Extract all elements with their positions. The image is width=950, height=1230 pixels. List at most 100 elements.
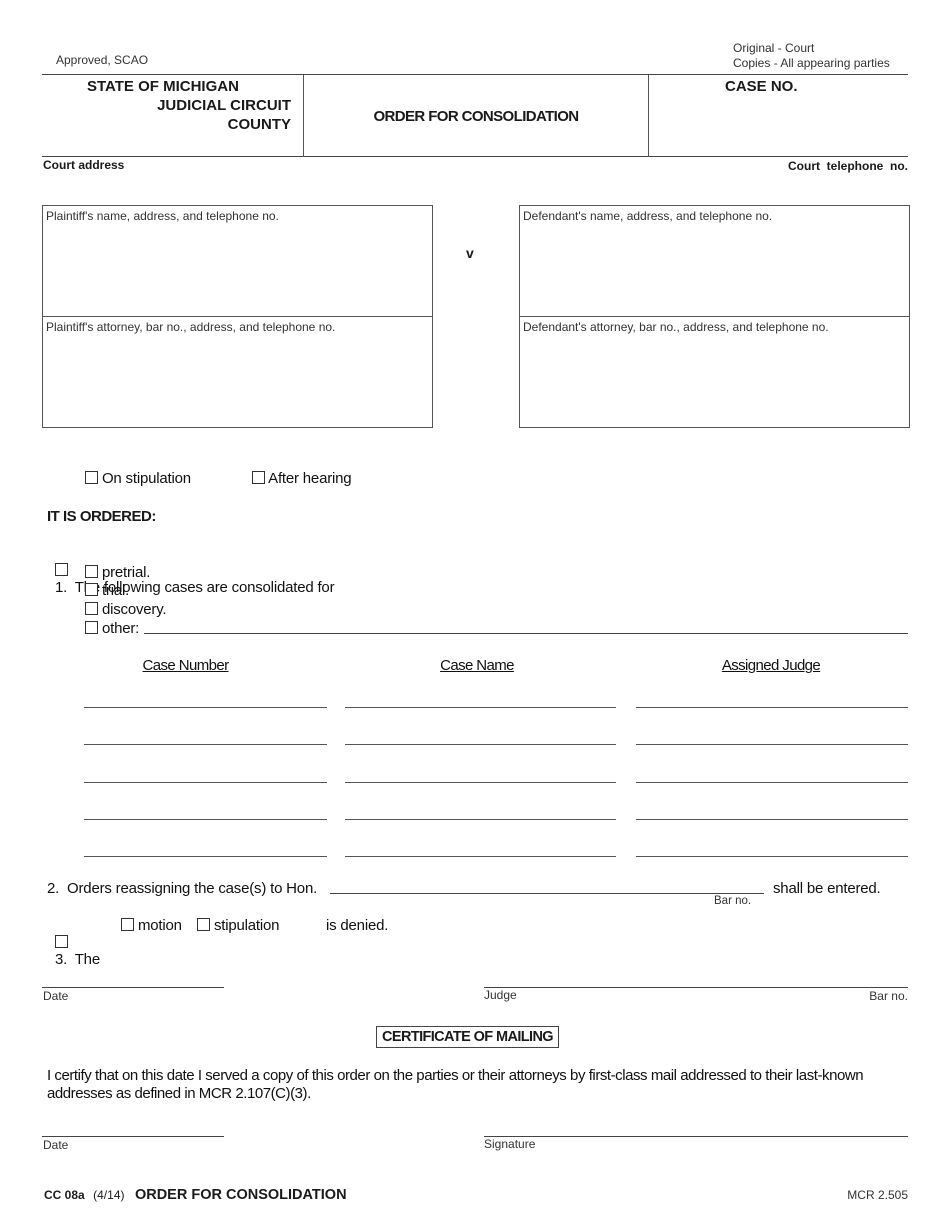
table-row-line <box>345 856 616 857</box>
footer-rule: MCR 2.505 <box>847 1188 908 1202</box>
item2-text: 2. Orders reassigning the case(s) to Hon… <box>47 880 318 897</box>
table-row-line <box>345 744 616 745</box>
versus-label: v <box>466 245 474 261</box>
it-is-ordered-heading: IT IS ORDERED: <box>47 508 156 525</box>
court-phone-label: Court telephone no. <box>788 159 908 173</box>
judge-bar-label: Bar no. <box>869 989 908 1003</box>
table-row-line <box>636 819 908 820</box>
item3-stipulation-option[interactable]: stipulation <box>197 917 280 934</box>
col-header-case-number: Case Number <box>142 657 230 674</box>
item3-row: 3. The <box>47 917 100 968</box>
case-no-input[interactable] <box>655 98 907 152</box>
option-trial[interactable]: trial. <box>85 582 129 599</box>
pretrial-checkbox[interactable] <box>85 565 98 578</box>
item1-checkbox[interactable] <box>54 563 68 576</box>
plaintiff-attorney-box[interactable]: Plaintiff's attorney, bar no., address, … <box>42 316 433 428</box>
case-name-input[interactable] <box>347 762 618 782</box>
table-row-line <box>636 782 908 783</box>
option-other[interactable]: other: <box>85 620 139 637</box>
other-input[interactable] <box>146 618 910 634</box>
header-divider-right <box>648 75 649 157</box>
case-number-input[interactable] <box>86 687 329 707</box>
certificate-heading: CERTIFICATE OF MAILING <box>376 1026 559 1048</box>
item3-prefix: 3. The <box>54 951 100 968</box>
table-row-line <box>636 744 908 745</box>
defendant-name-label: Defendant's name, address, and telephone… <box>523 209 773 223</box>
certificate-date-input[interactable] <box>44 1117 226 1137</box>
discovery-checkbox[interactable] <box>85 602 98 615</box>
case-number-input[interactable] <box>86 799 329 819</box>
option-discovery[interactable]: discovery. <box>85 601 167 618</box>
on-stipulation-checkbox[interactable] <box>85 471 98 484</box>
other-label: other: <box>101 620 140 637</box>
reassign-judge-input[interactable] <box>332 878 766 894</box>
case-name-input[interactable] <box>347 836 618 856</box>
assigned-judge-input[interactable] <box>638 687 910 707</box>
table-row-line <box>345 819 616 820</box>
option-pretrial[interactable]: pretrial. <box>85 564 150 581</box>
table-row-line <box>84 782 327 783</box>
motion-checkbox[interactable] <box>121 918 134 931</box>
discovery-label: discovery. <box>101 601 167 618</box>
table-row-line <box>345 782 616 783</box>
item2-bar-label: Bar no. <box>714 895 752 907</box>
table-row-line <box>84 744 327 745</box>
after-hearing-option[interactable]: After hearing <box>252 470 352 487</box>
case-no-label: CASE NO. <box>725 78 798 95</box>
plaintiff-name-label: Plaintiff's name, address, and telephone… <box>46 209 279 223</box>
order-date-input[interactable] <box>44 968 226 988</box>
col-header-case-name: Case Name <box>440 657 514 674</box>
case-number-input[interactable] <box>86 724 329 744</box>
stipulation-label: stipulation <box>213 917 280 934</box>
header-top-rule <box>42 74 908 75</box>
assigned-judge-input[interactable] <box>638 724 910 744</box>
assigned-judge-input[interactable] <box>638 799 910 819</box>
footer-form-id: CC 08a (4/14) ORDER FOR CONSOLIDATION <box>44 1186 347 1204</box>
judge-label: Judge <box>484 988 517 1002</box>
case-name-input[interactable] <box>347 687 618 707</box>
approved-label: Approved, SCAO <box>56 53 149 67</box>
court-judicial-circuit: JUDICIAL CIRCUIT <box>157 97 291 114</box>
table-row-line <box>636 707 908 708</box>
table-row-line <box>84 707 327 708</box>
defendant-name-box[interactable]: Defendant's name, address, and telephone… <box>519 205 910 317</box>
other-checkbox[interactable] <box>85 621 98 634</box>
item3-motion-option[interactable]: motion <box>121 917 182 934</box>
footer-revision: (4/14) <box>93 1188 125 1202</box>
trial-label: trial. <box>101 582 130 599</box>
certificate-signature-input[interactable] <box>486 1117 910 1137</box>
case-number-input[interactable] <box>86 836 329 856</box>
defendant-attorney-box[interactable]: Defendant's attorney, bar no., address, … <box>519 316 910 428</box>
after-hearing-checkbox[interactable] <box>252 471 265 484</box>
col-header-assigned-judge: Assigned Judge <box>721 657 821 674</box>
on-stipulation-option[interactable]: On stipulation <box>85 470 191 487</box>
on-stipulation-label: On stipulation <box>101 470 191 487</box>
form-title: ORDER FOR CONSOLIDATION <box>373 108 579 125</box>
distribution-original: Original - Court <box>733 41 815 55</box>
table-row-line <box>636 856 908 857</box>
footer-form-code: CC 08a <box>44 1188 85 1202</box>
trial-checkbox[interactable] <box>85 583 98 596</box>
assigned-judge-input[interactable] <box>638 762 910 782</box>
table-row-line <box>84 819 327 820</box>
item2-suffix: shall be entered. <box>773 880 881 897</box>
motion-label: motion <box>137 917 182 934</box>
court-state: STATE OF MICHIGAN <box>87 78 239 95</box>
case-number-input[interactable] <box>86 762 329 782</box>
case-name-input[interactable] <box>347 799 618 819</box>
table-row-line <box>84 856 327 857</box>
stipulation-checkbox[interactable] <box>197 918 210 931</box>
defendant-attorney-label: Defendant's attorney, bar no., address, … <box>523 320 829 334</box>
judge-signature-input[interactable] <box>486 968 910 988</box>
plaintiff-name-box[interactable]: Plaintiff's name, address, and telephone… <box>42 205 433 317</box>
assigned-judge-input[interactable] <box>638 836 910 856</box>
distribution-copies: Copies - All appearing parties <box>733 56 890 70</box>
court-address-label: Court address <box>43 158 125 172</box>
certificate-signature-label: Signature <box>484 1137 536 1151</box>
order-date-label: Date <box>43 989 69 1003</box>
pretrial-label: pretrial. <box>101 564 151 581</box>
item3-checkbox[interactable] <box>54 935 68 948</box>
case-name-input[interactable] <box>347 724 618 744</box>
table-row-line <box>345 707 616 708</box>
after-hearing-label: After hearing <box>268 470 352 487</box>
